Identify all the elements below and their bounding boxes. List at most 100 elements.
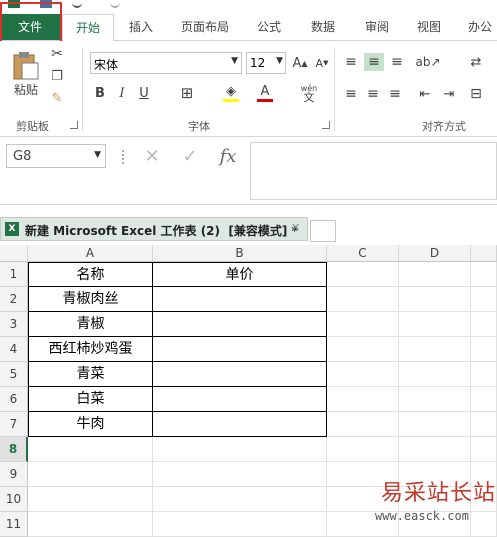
close-icon[interactable]: ✕ <box>291 221 300 234</box>
cell-a11[interactable] <box>28 512 153 537</box>
row-header-3[interactable]: 3 <box>0 312 28 337</box>
row-header-1[interactable]: 1 <box>0 262 28 287</box>
row-header-5[interactable]: 5 <box>0 362 28 387</box>
align-top-icon[interactable]: ≡ <box>342 53 360 71</box>
cut-icon[interactable]: ✂ <box>48 45 66 63</box>
cell-e5[interactable] <box>471 362 497 387</box>
row-header-10[interactable]: 10 <box>0 487 28 512</box>
tab-view[interactable]: 视图 <box>406 14 452 40</box>
row-header-11[interactable]: 11 <box>0 512 28 537</box>
tab-office[interactable]: 办公 <box>460 14 497 40</box>
undo-icon[interactable] <box>72 0 82 8</box>
cell-b2[interactable] <box>153 287 327 312</box>
cell-b1[interactable]: 单价 <box>153 262 327 287</box>
cell-a7[interactable]: 牛肉 <box>28 412 153 437</box>
tab-page-layout[interactable]: 页面布局 <box>172 14 238 40</box>
dialog-launcher-icon[interactable] <box>70 121 78 129</box>
select-all-corner[interactable] <box>0 245 28 262</box>
cell-a8[interactable] <box>28 437 153 462</box>
cell-c7[interactable] <box>327 412 399 437</box>
cell-e1[interactable] <box>471 262 497 287</box>
cell-a9[interactable] <box>28 462 153 487</box>
cell-c6[interactable] <box>327 387 399 412</box>
format-painter-icon[interactable]: ✎ <box>48 89 66 107</box>
cell-b11[interactable] <box>153 512 327 537</box>
cell-e6[interactable] <box>471 387 497 412</box>
cell-e2[interactable] <box>471 287 497 312</box>
shrink-font-icon[interactable]: A ▼ <box>314 53 330 73</box>
cell-c2[interactable] <box>327 287 399 312</box>
cell-e8[interactable] <box>471 437 497 462</box>
cell-b10[interactable] <box>153 487 327 512</box>
cell-c8[interactable] <box>327 437 399 462</box>
underline-button[interactable]: U <box>136 83 152 103</box>
cell-c3[interactable] <box>327 312 399 337</box>
column-header-d[interactable]: D <box>399 245 471 262</box>
grow-font-icon[interactable]: A ▲ <box>292 53 308 73</box>
orientation-icon[interactable]: ab↗ <box>415 53 440 71</box>
font-name-select[interactable]: 宋体 ▼ <box>90 52 242 74</box>
align-middle-icon[interactable]: ≡ <box>364 53 384 71</box>
bold-button[interactable]: B <box>92 83 108 103</box>
cell-d7[interactable] <box>399 412 471 437</box>
insert-function-icon[interactable]: fx <box>214 144 242 168</box>
border-icon[interactable]: ⊞ <box>178 83 196 103</box>
cell-a6[interactable]: 白菜 <box>28 387 153 412</box>
dialog-launcher-icon[interactable] <box>322 121 330 129</box>
cell-a2[interactable]: 青椒肉丝 <box>28 287 153 312</box>
decrease-indent-icon[interactable]: ⇤ <box>416 85 434 103</box>
align-right-icon[interactable]: ≡ <box>386 85 404 103</box>
cell-a4[interactable]: 西红柿炒鸡蛋 <box>28 337 153 362</box>
column-header-b[interactable]: B <box>153 245 327 262</box>
column-header-c[interactable]: C <box>327 245 399 262</box>
cell-e7[interactable] <box>471 412 497 437</box>
row-header-4[interactable]: 4 <box>0 337 28 362</box>
cancel-icon[interactable]: ✕ <box>140 144 164 168</box>
cell-e4[interactable] <box>471 337 497 362</box>
tab-formulas[interactable]: 公式 <box>246 14 292 40</box>
cell-a1[interactable]: 名称 <box>28 262 153 287</box>
row-header-6[interactable]: 6 <box>0 387 28 412</box>
column-header-e[interactable] <box>471 245 497 262</box>
paste-button[interactable]: 粘贴 <box>8 47 44 101</box>
cell-b4[interactable] <box>153 337 327 362</box>
cell-b9[interactable] <box>153 462 327 487</box>
row-header-9[interactable]: 9 <box>0 462 28 487</box>
cell-b3[interactable] <box>153 312 327 337</box>
tab-home[interactable]: 开始 <box>62 14 114 42</box>
workbook-tab[interactable]: X 新建 Microsoft Excel 工作表 (2) [兼容模式] * ✕ <box>0 217 308 241</box>
tab-review[interactable]: 审阅 <box>354 14 400 40</box>
row-header-8[interactable]: 8 <box>0 437 28 462</box>
cell-d5[interactable] <box>399 362 471 387</box>
row-header-2[interactable]: 2 <box>0 287 28 312</box>
phonetic-guide-button[interactable]: wén 文 <box>298 81 320 105</box>
tab-data[interactable]: 数据 <box>300 14 346 40</box>
cell-c4[interactable] <box>327 337 399 362</box>
italic-button[interactable]: I <box>114 83 130 103</box>
redo-icon[interactable] <box>110 0 120 8</box>
wrap-text-icon[interactable]: ⇄ <box>464 53 488 71</box>
cell-a3[interactable]: 青椒 <box>28 312 153 337</box>
cell-a5[interactable]: 青菜 <box>28 362 153 387</box>
cell-c1[interactable] <box>327 262 399 287</box>
cell-b7[interactable] <box>153 412 327 437</box>
align-bottom-icon[interactable]: ≡ <box>388 53 406 71</box>
cell-b6[interactable] <box>153 387 327 412</box>
copy-icon[interactable]: ❐ <box>48 67 66 85</box>
merge-cells-icon[interactable]: ⊟ <box>466 85 486 103</box>
formula-input[interactable] <box>250 142 497 200</box>
cell-d2[interactable] <box>399 287 471 312</box>
cell-e3[interactable] <box>471 312 497 337</box>
cell-d3[interactable] <box>399 312 471 337</box>
cell-c5[interactable] <box>327 362 399 387</box>
cell-b8[interactable] <box>153 437 327 462</box>
cell-d1[interactable] <box>399 262 471 287</box>
cell-d4[interactable] <box>399 337 471 362</box>
column-header-a[interactable]: A <box>28 245 153 262</box>
cell-d6[interactable] <box>399 387 471 412</box>
name-box[interactable]: G8 ▼ <box>6 144 106 168</box>
font-color-icon[interactable]: A <box>256 83 274 103</box>
tab-insert[interactable]: 插入 <box>118 14 164 40</box>
cell-a10[interactable] <box>28 487 153 512</box>
align-center-icon[interactable]: ≡ <box>364 85 382 103</box>
